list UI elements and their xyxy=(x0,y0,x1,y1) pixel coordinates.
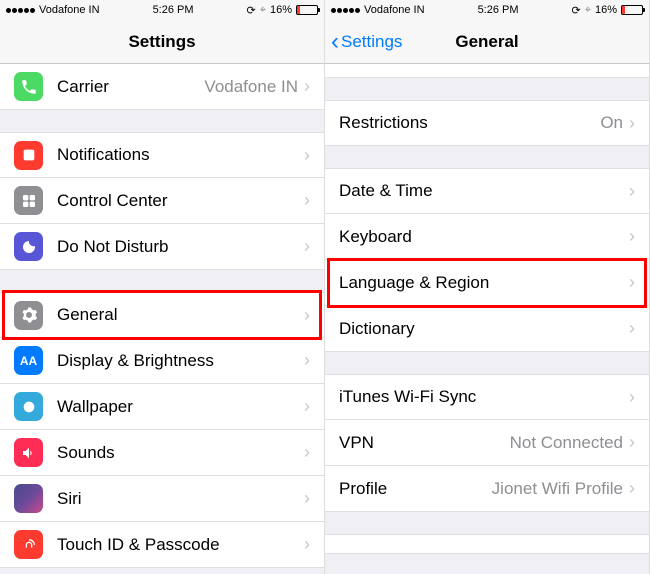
battery-pct-label: 16% xyxy=(270,4,292,16)
battery-pct-label: 16% xyxy=(595,4,617,16)
wallpaper-row[interactable]: Wallpaper › xyxy=(0,384,324,430)
general-list[interactable]: Background App Refresh › Restrictions On… xyxy=(325,64,649,574)
partial-row[interactable] xyxy=(325,534,649,554)
cell-label: Restrictions xyxy=(339,113,600,133)
back-button[interactable]: ‹ Settings xyxy=(331,20,402,63)
clock-label: 5:26 PM xyxy=(478,4,519,16)
cell-label: Touch ID & Passcode xyxy=(57,535,304,555)
touch-id-row[interactable]: Touch ID & Passcode › xyxy=(0,522,324,568)
settings-root-screen: Vodafone IN 5:26 PM ⟳ ⌖ 16% Settings Car… xyxy=(0,0,325,574)
display-icon: AA xyxy=(14,346,43,375)
cell-value: Jionet Wifi Profile xyxy=(492,479,623,499)
cell-label: VPN xyxy=(339,433,510,453)
chevron-left-icon: ‹ xyxy=(331,30,339,54)
back-label: Settings xyxy=(341,32,402,52)
siri-row[interactable]: Siri › xyxy=(0,476,324,522)
chevron-right-icon: › xyxy=(304,488,310,509)
cell-label: Keyboard xyxy=(339,227,629,247)
control-center-icon xyxy=(14,186,43,215)
page-title: Settings xyxy=(128,32,195,52)
general-row[interactable]: General › xyxy=(0,292,324,338)
chevron-right-icon: › xyxy=(629,272,635,293)
cell-label: Carrier xyxy=(57,77,204,97)
cell-label: Control Center xyxy=(57,191,304,211)
chevron-right-icon: › xyxy=(629,478,635,499)
cell-value: Vodafone IN xyxy=(204,77,298,97)
orientation-lock-icon: ⟳ xyxy=(247,4,256,17)
gear-icon xyxy=(14,301,43,330)
chevron-right-icon: › xyxy=(629,113,635,134)
fingerprint-icon xyxy=(14,530,43,559)
notifications-icon xyxy=(14,141,43,170)
cell-label: Notifications xyxy=(57,145,304,165)
orientation-lock-icon: ⟳ xyxy=(572,4,581,17)
chevron-right-icon: › xyxy=(629,432,635,453)
status-bar: Vodafone IN 5:26 PM ⟳ ⌖ 16% xyxy=(325,0,649,20)
dictionary-row[interactable]: Dictionary › xyxy=(325,306,649,352)
cell-label: Do Not Disturb xyxy=(57,237,304,257)
moon-icon xyxy=(14,232,43,261)
chevron-right-icon: › xyxy=(629,181,635,202)
settings-list[interactable]: Carrier Vodafone IN › Notifications › Co… xyxy=(0,64,324,574)
siri-icon xyxy=(14,484,43,513)
cell-label: General xyxy=(57,305,304,325)
phone-icon xyxy=(14,72,43,101)
control-center-row[interactable]: Control Center › xyxy=(0,178,324,224)
status-bar: Vodafone IN 5:26 PM ⟳ ⌖ 16% xyxy=(0,0,324,20)
carrier-label: Vodafone IN xyxy=(39,4,100,16)
cell-label: Display & Brightness xyxy=(57,351,304,371)
keyboard-row[interactable]: Keyboard › xyxy=(325,214,649,260)
language-region-row[interactable]: Language & Region › xyxy=(325,260,649,306)
chevron-right-icon: › xyxy=(629,387,635,408)
sounds-icon xyxy=(14,438,43,467)
bluetooth-icon: ⌖ xyxy=(260,4,266,17)
chevron-right-icon: › xyxy=(304,236,310,257)
cell-label: Date & Time xyxy=(339,181,629,201)
notifications-row[interactable]: Notifications › xyxy=(0,132,324,178)
chevron-right-icon: › xyxy=(304,76,310,97)
restrictions-row[interactable]: Restrictions On › xyxy=(325,100,649,146)
signal-strength-icon xyxy=(331,8,360,13)
clock-label: 5:26 PM xyxy=(153,4,194,16)
cell-label: Background App Refresh xyxy=(339,64,629,65)
chevron-right-icon: › xyxy=(304,190,310,211)
chevron-right-icon: › xyxy=(629,318,635,339)
cell-label: Siri xyxy=(57,489,304,509)
battery-icon xyxy=(296,5,318,15)
date-time-row[interactable]: Date & Time › xyxy=(325,168,649,214)
chevron-right-icon: › xyxy=(304,305,310,326)
battery-icon xyxy=(621,5,643,15)
vpn-row[interactable]: VPN Not Connected › xyxy=(325,420,649,466)
do-not-disturb-row[interactable]: Do Not Disturb › xyxy=(0,224,324,270)
carrier-row[interactable]: Carrier Vodafone IN › xyxy=(0,64,324,110)
bluetooth-icon: ⌖ xyxy=(585,4,591,17)
signal-strength-icon xyxy=(6,8,35,13)
cell-label: Profile xyxy=(339,479,492,499)
cell-label: Language & Region xyxy=(339,273,629,293)
wallpaper-icon xyxy=(14,392,43,421)
cell-label: Sounds xyxy=(57,443,304,463)
cell-label: iTunes Wi-Fi Sync xyxy=(339,387,629,407)
display-brightness-row[interactable]: AA Display & Brightness › xyxy=(0,338,324,384)
chevron-right-icon: › xyxy=(304,534,310,555)
cell-label: Wallpaper xyxy=(57,397,304,417)
general-screen: Vodafone IN 5:26 PM ⟳ ⌖ 16% ‹ Settings G… xyxy=(325,0,650,574)
cell-value: Not Connected xyxy=(510,433,623,453)
nav-bar: Settings xyxy=(0,20,324,64)
nav-bar: ‹ Settings General xyxy=(325,20,649,64)
chevron-right-icon: › xyxy=(304,145,310,166)
chevron-right-icon: › xyxy=(304,396,310,417)
profile-row[interactable]: Profile Jionet Wifi Profile › xyxy=(325,466,649,512)
chevron-right-icon: › xyxy=(629,64,635,65)
itunes-wifi-sync-row[interactable]: iTunes Wi-Fi Sync › xyxy=(325,374,649,420)
chevron-right-icon: › xyxy=(304,442,310,463)
cell-label: Dictionary xyxy=(339,319,629,339)
carrier-label: Vodafone IN xyxy=(364,4,425,16)
page-title: General xyxy=(455,32,518,52)
background-app-refresh-row[interactable]: Background App Refresh › xyxy=(325,64,649,78)
chevron-right-icon: › xyxy=(304,350,310,371)
sounds-row[interactable]: Sounds › xyxy=(0,430,324,476)
chevron-right-icon: › xyxy=(629,226,635,247)
cell-value: On xyxy=(600,113,623,133)
